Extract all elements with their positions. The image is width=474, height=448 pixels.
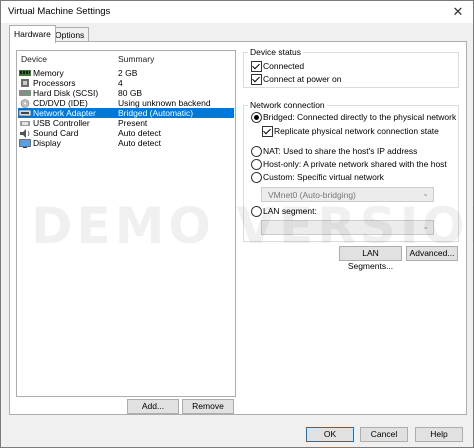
replicate-state-checkbox[interactable] [262,126,273,137]
device-summary: 4 [118,78,123,88]
tab-hardware[interactable]: Hardware [9,25,56,43]
device-list-header: Device Summary [17,51,235,67]
device-status-title: Device status [248,47,304,57]
device-name: Sound Card [33,128,79,138]
custom-network-value: VMnet0 (Auto-bridging) [268,190,356,200]
close-icon[interactable]: ✕ [443,1,473,23]
vm-settings-window: Virtual Machine Settings ✕ Hardware Opti… [0,0,474,448]
display-icon [19,139,31,148]
device-row-memory[interactable]: Memory 2 GB [18,68,234,78]
column-device[interactable]: Device [21,54,47,64]
connected-label: Connected [263,61,305,71]
network-connection-title: Network connection [248,100,327,110]
custom-radio[interactable] [251,172,262,183]
add-device-button[interactable]: Add... [127,399,179,414]
device-summary: 2 GB [118,68,138,78]
help-button[interactable]: Help [415,427,463,442]
device-summary: Auto detect [118,138,162,148]
tab-options[interactable]: Options [50,27,90,42]
connect-at-power-on-label: Connect at power on [263,74,342,84]
replicate-state-label: Replicate physical network connection st… [274,126,439,136]
connect-at-power-on-checkbox[interactable] [251,74,262,85]
device-summary: Present [118,118,148,128]
device-name: Network Adapter [33,108,96,118]
memory-icon [19,69,31,77]
custom-network-select[interactable]: VMnet0 (Auto-bridging) ⌄ [261,187,434,202]
device-row-usb-controller[interactable]: USB Controller Present [18,118,234,128]
connected-checkbox[interactable] [251,61,262,72]
nat-label: NAT: Used to share the host's IP address [263,146,418,156]
title-bar[interactable]: Virtual Machine Settings ✕ [1,1,473,23]
device-row-sound-card[interactable]: Sound Card Auto detect [18,128,234,138]
tab-hardware-label: Hardware [14,29,51,39]
device-name: Display [33,138,61,148]
device-row-display[interactable]: Display Auto detect [18,138,234,148]
device-status-group: Device status Connected Connect at power… [243,47,459,88]
lan-segment-radio[interactable] [251,206,262,217]
lan-segment-label: LAN segment: [263,206,317,216]
lan-segment-select[interactable]: ⌄ [261,220,434,235]
host-only-radio[interactable] [251,159,262,170]
device-row-hard-disk[interactable]: Hard Disk (SCSI) 80 GB [18,88,234,98]
processor-icon [19,79,31,87]
ok-button[interactable]: OK [306,427,354,442]
chevron-down-icon: ⌄ [422,189,429,198]
host-only-label: Host-only: A private network shared with… [263,159,447,169]
hard-disk-icon [19,89,31,97]
device-name: USB Controller [33,118,90,128]
custom-label: Custom: Specific virtual network [263,172,384,182]
network-adapter-icon [18,109,32,117]
device-name: Processors [33,78,76,88]
chevron-down-icon: ⌄ [422,222,429,231]
bridged-radio[interactable] [251,112,262,123]
device-row-cd-dvd[interactable]: CD/DVD (IDE) Using unknown backend [18,98,234,108]
cd-dvd-icon [19,99,31,108]
remove-device-button[interactable]: Remove [182,399,234,414]
device-name: Memory [33,68,64,78]
bridged-label: Bridged: Connected directly to the physi… [263,112,457,122]
lan-segments-button[interactable]: LAN Segments... [339,246,402,271]
sound-card-icon [19,129,31,138]
tab-options-label: Options [55,30,85,40]
advanced-button[interactable]: Advanced... [406,246,458,261]
device-summary: Auto detect [118,128,162,138]
device-summary: Bridged (Automatic) [118,108,194,118]
network-connection-group: Network connection Bridged: Connected di… [243,100,459,242]
device-summary: 80 GB [118,88,143,98]
device-row-processors[interactable]: Processors 4 [18,78,234,88]
device-name: Hard Disk (SCSI) [33,88,99,98]
window-title: Virtual Machine Settings [8,6,111,17]
cancel-button[interactable]: Cancel [360,427,408,442]
device-row-network-adapter[interactable]: Network Adapter Bridged (Automatic) [18,108,234,118]
usb-icon [19,119,31,127]
device-name: CD/DVD (IDE) [33,98,88,108]
column-summary[interactable]: Summary [118,54,154,64]
device-list[interactable]: Device Summary Memory 2 GB Processors 4 … [16,50,236,397]
nat-radio[interactable] [251,146,262,157]
device-summary: Using unknown backend [118,98,211,108]
